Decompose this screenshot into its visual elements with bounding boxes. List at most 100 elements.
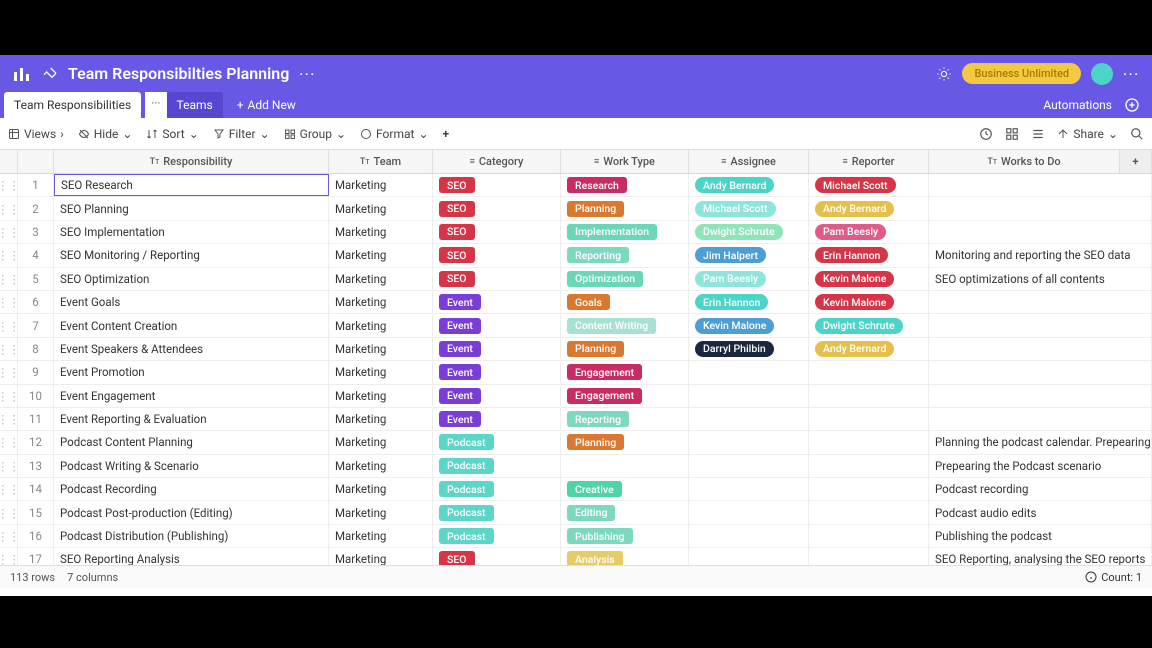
cell-assignee[interactable]: Pam Beesly bbox=[689, 268, 809, 290]
cell-reporter[interactable]: Pam Beesly bbox=[809, 221, 929, 243]
format-button[interactable]: Format ⌄ bbox=[360, 127, 428, 141]
cell-work-type[interactable]: Planning bbox=[561, 431, 689, 453]
drag-handle-icon[interactable]: ⋮⋮ bbox=[0, 268, 18, 290]
cell-team[interactable]: Marketing bbox=[329, 431, 433, 453]
cell-category[interactable]: SEO bbox=[433, 548, 561, 566]
cell-works[interactable] bbox=[929, 221, 1152, 243]
cell-work-type[interactable]: Reporting bbox=[561, 408, 689, 430]
cell-work-type[interactable]: Planning bbox=[561, 338, 689, 360]
cell-category[interactable]: SEO bbox=[433, 197, 561, 219]
cell-reporter[interactable]: Dwight Schrute bbox=[809, 314, 929, 336]
cell-responsibility[interactable]: Podcast Recording bbox=[54, 478, 329, 500]
cell-category[interactable]: SEO bbox=[433, 268, 561, 290]
cell-category[interactable]: SEO bbox=[433, 244, 561, 266]
cell-team[interactable]: Marketing bbox=[329, 548, 433, 566]
cell-category[interactable]: Podcast bbox=[433, 478, 561, 500]
cell-team[interactable]: Marketing bbox=[329, 408, 433, 430]
sparkle-icon[interactable] bbox=[936, 66, 952, 82]
drag-handle-icon[interactable]: ⋮⋮ bbox=[0, 385, 18, 407]
cell-work-type[interactable]: Analysis bbox=[561, 548, 689, 566]
cell-work-type[interactable]: Optimization bbox=[561, 268, 689, 290]
table-row[interactable]: ⋮⋮13Podcast Writing & ScenarioMarketingP… bbox=[0, 455, 1152, 478]
cell-team[interactable]: Marketing bbox=[329, 268, 433, 290]
cell-reporter[interactable] bbox=[809, 361, 929, 383]
cell-work-type[interactable]: Planning bbox=[561, 197, 689, 219]
cell-assignee[interactable] bbox=[689, 501, 809, 523]
cell-work-type[interactable] bbox=[561, 455, 689, 477]
cell-reporter[interactable]: Erin Hannon bbox=[809, 244, 929, 266]
cell-assignee[interactable]: Kevin Malone bbox=[689, 314, 809, 336]
table-row[interactable]: ⋮⋮4SEO Monitoring / ReportingMarketingSE… bbox=[0, 244, 1152, 267]
cell-responsibility[interactable]: Podcast Distribution (Publishing) bbox=[54, 525, 329, 547]
cell-works[interactable]: Planning the podcast calendar. Prepearin… bbox=[929, 431, 1152, 453]
cell-team[interactable]: Marketing bbox=[329, 525, 433, 547]
cell-responsibility[interactable]: Event Content Creation bbox=[54, 314, 329, 336]
cell-team[interactable]: Marketing bbox=[329, 244, 433, 266]
cell-team[interactable]: Marketing bbox=[329, 221, 433, 243]
cell-team[interactable]: Marketing bbox=[329, 385, 433, 407]
cell-assignee[interactable]: Jim Halpert bbox=[689, 244, 809, 266]
drag-handle-icon[interactable]: ⋮⋮ bbox=[0, 525, 18, 547]
cell-category[interactable]: Event bbox=[433, 385, 561, 407]
group-button[interactable]: Group ⌄ bbox=[284, 127, 346, 141]
cell-work-type[interactable]: Editing bbox=[561, 501, 689, 523]
table-row[interactable]: ⋮⋮6Event GoalsMarketingEventGoalsErin Ha… bbox=[0, 291, 1152, 314]
pin-icon[interactable] bbox=[42, 66, 58, 82]
cell-works[interactable] bbox=[929, 385, 1152, 407]
cell-responsibility[interactable]: SEO Research bbox=[54, 174, 329, 196]
toolbar-add-button[interactable]: + bbox=[443, 127, 450, 141]
cell-works[interactable] bbox=[929, 408, 1152, 430]
cell-category[interactable]: Event bbox=[433, 291, 561, 313]
drag-handle-icon[interactable]: ⋮⋮ bbox=[0, 197, 18, 219]
cell-responsibility[interactable]: SEO Planning bbox=[54, 197, 329, 219]
cell-works[interactable]: SEO optimizations of all contents bbox=[929, 268, 1152, 290]
table-row[interactable]: ⋮⋮10Event EngagementMarketingEventEngage… bbox=[0, 385, 1152, 408]
cell-category[interactable]: Event bbox=[433, 338, 561, 360]
table-row[interactable]: ⋮⋮7Event Content CreationMarketingEventC… bbox=[0, 314, 1152, 337]
table-row[interactable]: ⋮⋮11Event Reporting & EvaluationMarketin… bbox=[0, 408, 1152, 431]
cell-assignee[interactable] bbox=[689, 548, 809, 566]
grid-view-icon[interactable] bbox=[1005, 127, 1019, 141]
cell-team[interactable]: Marketing bbox=[329, 455, 433, 477]
cell-assignee[interactable] bbox=[689, 455, 809, 477]
cell-works[interactable] bbox=[929, 314, 1152, 336]
cell-category[interactable]: SEO bbox=[433, 221, 561, 243]
drag-handle-icon[interactable]: ⋮⋮ bbox=[0, 408, 18, 430]
cell-reporter[interactable] bbox=[809, 385, 929, 407]
cell-category[interactable]: Podcast bbox=[433, 501, 561, 523]
cell-works[interactable] bbox=[929, 291, 1152, 313]
cell-works[interactable] bbox=[929, 197, 1152, 219]
cell-works[interactable]: Publishing the podcast bbox=[929, 525, 1152, 547]
cell-team[interactable]: Marketing bbox=[329, 197, 433, 219]
cell-responsibility[interactable]: SEO Optimization bbox=[54, 268, 329, 290]
cell-works[interactable] bbox=[929, 361, 1152, 383]
drag-handle-icon[interactable]: ⋮⋮ bbox=[0, 314, 18, 336]
history-icon[interactable] bbox=[979, 127, 993, 141]
cell-responsibility[interactable]: SEO Monitoring / Reporting bbox=[54, 244, 329, 266]
views-button[interactable]: Views › bbox=[8, 127, 64, 141]
table-row[interactable]: ⋮⋮8Event Speakers & AttendeesMarketingEv… bbox=[0, 338, 1152, 361]
header-responsibility[interactable]: TᴛResponsibility bbox=[54, 150, 329, 173]
cell-assignee[interactable] bbox=[689, 408, 809, 430]
drag-handle-icon[interactable]: ⋮⋮ bbox=[0, 174, 18, 196]
table-row[interactable]: ⋮⋮14Podcast RecordingMarketingPodcastCre… bbox=[0, 478, 1152, 501]
cell-assignee[interactable] bbox=[689, 385, 809, 407]
table-row[interactable]: ⋮⋮3SEO ImplementationMarketingSEOImpleme… bbox=[0, 221, 1152, 244]
cell-works[interactable] bbox=[929, 338, 1152, 360]
cell-reporter[interactable]: Kevin Malone bbox=[809, 268, 929, 290]
table-row[interactable]: ⋮⋮1SEO ResearchMarketingSEOResearchAndy … bbox=[0, 174, 1152, 197]
cell-assignee[interactable] bbox=[689, 431, 809, 453]
header-assignee[interactable]: ≡Assignee bbox=[689, 150, 809, 173]
cell-assignee[interactable] bbox=[689, 525, 809, 547]
cell-team[interactable]: Marketing bbox=[329, 314, 433, 336]
header-more-icon[interactable]: ··· bbox=[1123, 67, 1140, 81]
tab-teams[interactable]: Teams bbox=[167, 92, 223, 118]
cell-category[interactable]: Podcast bbox=[433, 455, 561, 477]
cell-team[interactable]: Marketing bbox=[329, 361, 433, 383]
title-more-icon[interactable]: ··· bbox=[299, 67, 316, 81]
cell-team[interactable]: Marketing bbox=[329, 291, 433, 313]
cell-reporter[interactable] bbox=[809, 431, 929, 453]
filter-button[interactable]: Filter ⌄ bbox=[213, 127, 270, 141]
cell-work-type[interactable]: Reporting bbox=[561, 244, 689, 266]
cell-category[interactable]: Event bbox=[433, 408, 561, 430]
